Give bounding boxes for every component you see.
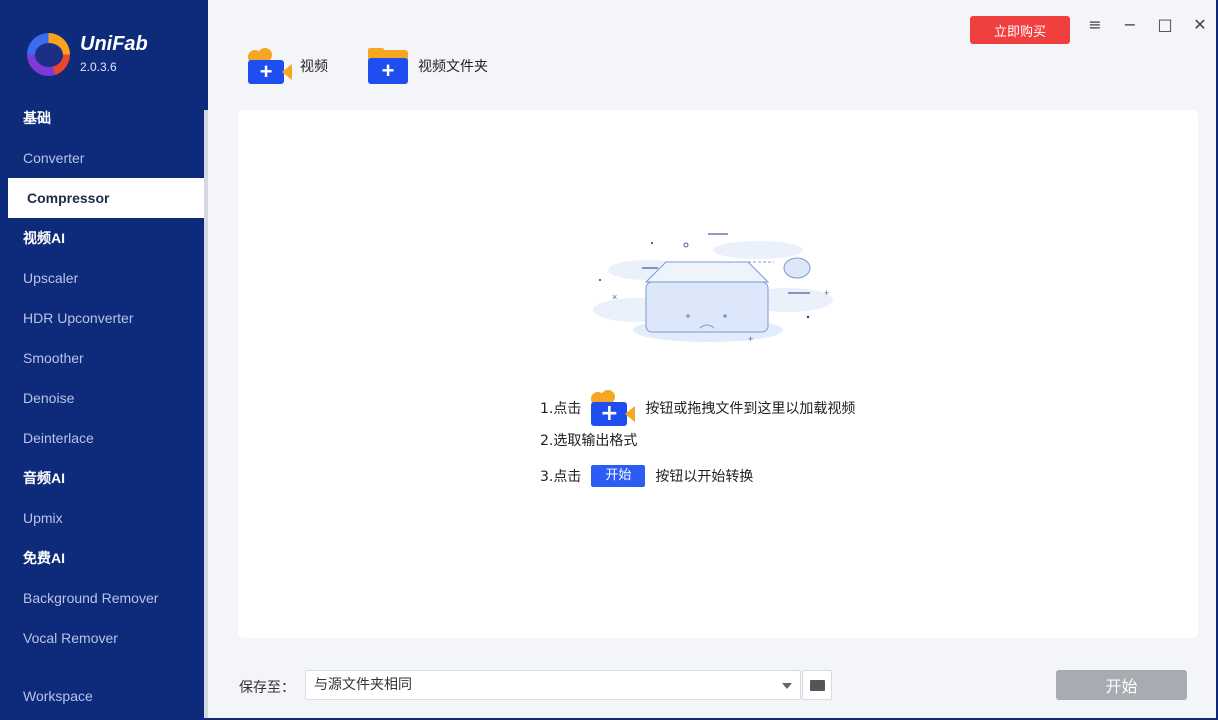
sidebar-item-converter[interactable]: Converter bbox=[0, 138, 206, 178]
empty-box-illustration: × + + bbox=[593, 233, 833, 344]
maximize-icon[interactable]: □ bbox=[1154, 14, 1176, 36]
add-folder-label: 视频文件夹 bbox=[418, 59, 488, 75]
sidebar-item-smoother[interactable]: Smoother bbox=[0, 338, 206, 378]
sidebar: UniFab 2.0.3.6 基础 Converter Compressor 视… bbox=[0, 0, 208, 720]
section-video-ai: 视频AI bbox=[23, 230, 65, 246]
sidebar-nav: 基础 Converter Compressor 视频AI Upscaler HD… bbox=[0, 98, 206, 658]
sidebar-item-workspace[interactable]: Workspace bbox=[23, 688, 93, 704]
sidebar-item-compressor[interactable]: Compressor bbox=[4, 178, 204, 218]
sidebar-item-vocal-remover[interactable]: Vocal Remover bbox=[0, 618, 206, 658]
instruction-step-3: 3.点击 开始 按钮以开始转换 bbox=[540, 465, 753, 487]
step2-text: 2.选取输出格式 bbox=[540, 433, 638, 449]
save-to-label: 保存至： bbox=[239, 680, 295, 696]
close-icon[interactable]: ✕ bbox=[1189, 14, 1211, 36]
step3-prefix: 3.点击 bbox=[540, 469, 582, 485]
svg-text:×: × bbox=[612, 292, 617, 302]
folder-icon bbox=[810, 680, 825, 691]
add-video-icon: + bbox=[248, 48, 292, 84]
start-button[interactable]: 开始 bbox=[1056, 670, 1187, 700]
sidebar-item-deinterlace[interactable]: Deinterlace bbox=[0, 418, 206, 458]
svg-text:+: + bbox=[748, 334, 753, 344]
add-folder-button[interactable]: + 视频文件夹 bbox=[368, 46, 488, 86]
buy-now-button[interactable]: 立即购买 bbox=[970, 16, 1070, 44]
sidebar-item-upmix[interactable]: Upmix bbox=[0, 498, 206, 538]
section-basic: 基础 bbox=[23, 110, 51, 126]
step1-suffix: 按钮或拖拽文件到这里以加载视频 bbox=[645, 401, 856, 417]
section-audio-ai: 音频AI bbox=[23, 470, 65, 486]
drop-area[interactable]: × + + 1.点击 + 按钮或拖拽文件到这里以加载视频 2.选取输出格式 3.… bbox=[238, 110, 1198, 638]
main-panel: 立即购买 ≡ − □ ✕ + 视频 + 视频文件夹 × + + 1.点击 + 按… bbox=[208, 0, 1216, 718]
sidebar-item-background-remover[interactable]: Background Remover bbox=[0, 578, 206, 618]
app-logo-icon bbox=[27, 33, 70, 76]
step1-prefix: 1.点击 bbox=[540, 401, 582, 417]
browse-folder-button[interactable] bbox=[802, 670, 832, 700]
add-video-label: 视频 bbox=[300, 59, 328, 75]
save-location-select[interactable]: 与源文件夹相同 bbox=[305, 670, 801, 700]
add-folder-icon: + bbox=[368, 48, 410, 84]
sidebar-item-denoise[interactable]: Denoise bbox=[0, 378, 206, 418]
step3-suffix: 按钮以开始转换 bbox=[655, 469, 754, 485]
sidebar-item-upscaler[interactable]: Upscaler bbox=[0, 258, 206, 298]
start-inline-badge: 开始 bbox=[591, 465, 646, 487]
add-video-icon: + bbox=[591, 390, 636, 426]
section-free-ai: 免费AI bbox=[23, 550, 65, 566]
add-video-button[interactable]: + 视频 bbox=[248, 46, 328, 86]
app-name: UniFab bbox=[80, 33, 148, 55]
save-location-value: 与源文件夹相同 bbox=[314, 677, 412, 693]
menu-icon[interactable]: ≡ bbox=[1084, 14, 1106, 36]
svg-text:+: + bbox=[824, 288, 829, 298]
app-version: 2.0.3.6 bbox=[80, 60, 117, 74]
instruction-step-2: 2.选取输出格式 bbox=[540, 430, 637, 450]
minimize-icon[interactable]: − bbox=[1119, 14, 1141, 36]
chevron-down-icon bbox=[782, 683, 792, 689]
sidebar-item-hdr-upconverter[interactable]: HDR Upconverter bbox=[0, 298, 206, 338]
instruction-step-1: 1.点击 + 按钮或拖拽文件到这里以加载视频 bbox=[540, 390, 855, 426]
